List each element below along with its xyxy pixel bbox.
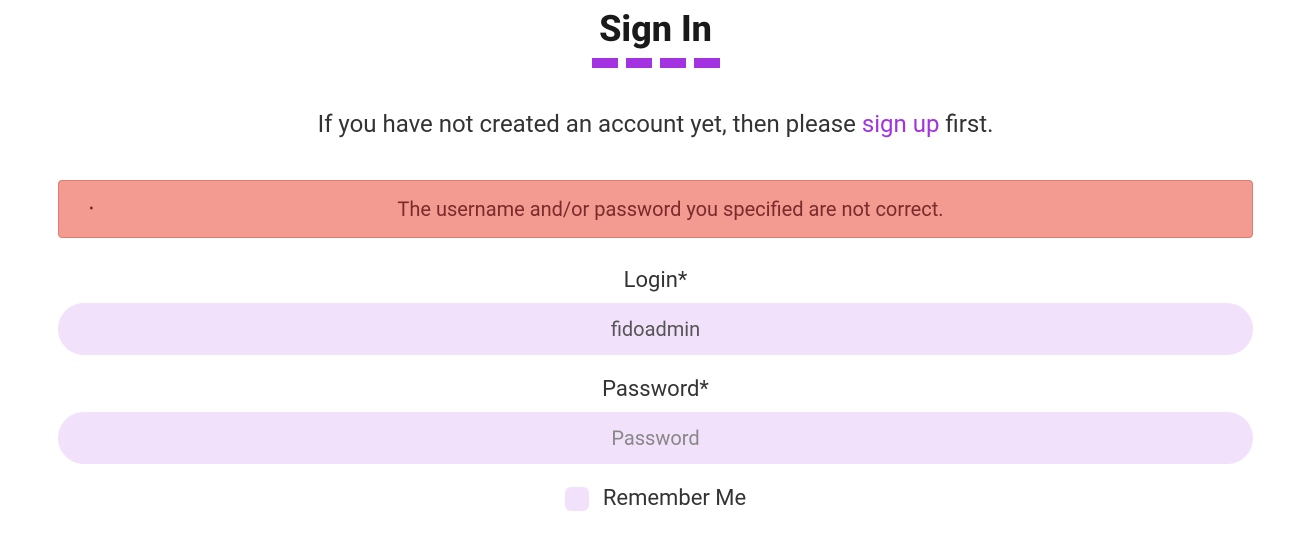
error-message: The username and/or password you specifi… — [119, 197, 1222, 221]
subtitle-suffix: first. — [939, 110, 993, 138]
title-dash — [660, 58, 686, 68]
title-dash — [626, 58, 652, 68]
remember-checkbox[interactable] — [565, 487, 589, 511]
title-dash — [592, 58, 618, 68]
login-group: Login* — [58, 268, 1253, 355]
subtitle: If you have not created an account yet, … — [58, 110, 1253, 138]
remember-row: Remember Me — [58, 486, 1253, 511]
title-dash — [694, 58, 720, 68]
password-input[interactable] — [58, 412, 1253, 464]
login-label: Login* — [58, 268, 1253, 293]
remember-label: Remember Me — [603, 486, 746, 511]
page-title: Sign In — [58, 8, 1253, 50]
signin-container: Sign In If you have not created an accou… — [58, 8, 1253, 535]
subtitle-prefix: If you have not created an account yet, … — [318, 110, 862, 138]
title-decoration — [58, 58, 1253, 68]
password-label: Password* — [58, 377, 1253, 402]
login-input[interactable] — [58, 303, 1253, 355]
password-group: Password* — [58, 377, 1253, 464]
error-banner: • The username and/or password you speci… — [58, 180, 1253, 238]
signup-link[interactable]: sign up — [862, 110, 940, 138]
error-bullet-icon: • — [89, 201, 119, 217]
